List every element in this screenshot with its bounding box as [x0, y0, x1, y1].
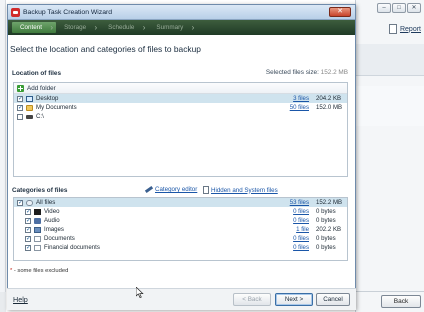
location-list: Add folder Desktop 3 files 204.2 KB My D…: [13, 82, 348, 177]
window-controls: – □ ✕: [377, 3, 421, 13]
background-header-band: [355, 44, 424, 76]
back-button[interactable]: < Back: [233, 293, 271, 306]
location-size: 204.2 KB: [316, 95, 342, 102]
list-item[interactable]: All files 53 files 152.2 MB: [14, 198, 347, 207]
checkbox[interactable]: [25, 226, 31, 233]
documents-icon: [34, 235, 41, 242]
desktop-icon: [26, 95, 33, 102]
list-item[interactable]: Images 1 file 202.2 KB: [14, 225, 347, 234]
background-back-button[interactable]: Back: [381, 295, 421, 308]
checkbox[interactable]: [17, 104, 23, 111]
report-label: Report: [399, 25, 421, 33]
list-item[interactable]: Desktop 3 files 204.2 KB: [14, 94, 347, 103]
add-folder-label: Add folder: [27, 84, 56, 92]
checkbox[interactable]: [17, 95, 23, 102]
app-icon: [11, 7, 20, 17]
list-item[interactable]: Audio 0 files 0 bytes: [14, 216, 347, 225]
files-count-link[interactable]: 0 files: [269, 235, 309, 242]
category-size: 0 bytes: [316, 208, 336, 215]
hidden-system-label: Hidden and System files: [211, 186, 278, 194]
category-editor-label: Category editor: [155, 186, 198, 193]
step-storage[interactable]: Storage ›: [56, 22, 100, 33]
list-item[interactable]: C:\: [14, 112, 347, 121]
report-icon: [388, 24, 397, 34]
location-name: C:\: [36, 113, 44, 120]
folder-icon: [26, 104, 33, 111]
plus-icon: [17, 84, 24, 92]
wizard-footer: Help < Back Next > Cancel: [7, 288, 356, 310]
step-label: Storage: [64, 24, 87, 31]
step-schedule[interactable]: Schedule ›: [100, 22, 148, 33]
selected-size-label: Selected files size:: [265, 69, 319, 76]
excluded-footnote: * - some files excluded: [10, 268, 68, 274]
step-label: Summary: [156, 24, 184, 31]
images-icon: [34, 226, 41, 233]
minimize-icon[interactable]: –: [377, 3, 391, 13]
checkbox[interactable]: [25, 235, 31, 242]
categories-section-title: Categories of files: [12, 187, 68, 194]
financial-icon: [34, 244, 41, 251]
list-item[interactable]: Documents 0 files 0 bytes: [14, 234, 347, 243]
checkbox[interactable]: [25, 244, 31, 251]
background-left-strip: [0, 0, 6, 312]
video-icon: [34, 208, 41, 215]
category-editor-link[interactable]: Category editor: [144, 185, 198, 194]
step-label: Content: [20, 24, 43, 31]
categories-list: All files 53 files 152.2 MB Video 0 file…: [13, 197, 348, 261]
cancel-button[interactable]: Cancel: [316, 293, 350, 306]
files-count-link[interactable]: 1 file: [269, 226, 309, 233]
chevron-right-icon: ›: [191, 23, 195, 32]
checkbox[interactable]: [25, 217, 31, 224]
category-size: 152.2 MB: [316, 199, 343, 206]
files-count-link[interactable]: 0 files: [269, 208, 309, 215]
list-item[interactable]: Video 0 files 0 bytes: [14, 207, 347, 216]
wizard-steps: Content › Storage › Schedule › Summary ›: [8, 20, 355, 35]
window-title: Backup Task Creation Wizard: [23, 8, 113, 16]
category-size: 0 bytes: [316, 235, 336, 242]
audio-icon: [34, 217, 41, 224]
step-label: Schedule: [108, 24, 135, 31]
drive-icon: [26, 114, 33, 119]
next-button[interactable]: Next >: [275, 293, 313, 306]
close-button[interactable]: ✕: [329, 7, 351, 17]
close-icon[interactable]: ✕: [407, 3, 421, 13]
step-summary[interactable]: Summary ›: [148, 22, 197, 33]
chevron-right-icon: ›: [50, 23, 54, 32]
category-size: 0 bytes: [316, 244, 336, 251]
category-size: 202.2 KB: [316, 226, 342, 233]
files-count-link[interactable]: 50 files: [269, 104, 309, 111]
help-link[interactable]: Help: [13, 295, 28, 304]
checkbox[interactable]: [17, 113, 23, 120]
files-count-link[interactable]: 53 files: [269, 199, 309, 206]
location-section-title: Location of files: [12, 70, 61, 77]
list-item[interactable]: Financial documents 0 files 0 bytes: [14, 243, 347, 252]
background-help-strip: [0, 292, 6, 312]
all-files-icon: [26, 199, 33, 206]
report-button[interactable]: Report: [388, 24, 421, 34]
add-folder-button[interactable]: Add folder: [14, 83, 347, 94]
page-heading: Select the location and categories of fi…: [10, 44, 201, 54]
files-count-link[interactable]: 3 files: [269, 95, 309, 102]
category-size: 0 bytes: [316, 217, 336, 224]
maximize-icon[interactable]: □: [392, 3, 406, 13]
background-content-band: [355, 86, 424, 126]
page-icon: [203, 186, 209, 194]
checkbox[interactable]: [25, 208, 31, 215]
files-count-link[interactable]: 0 files: [269, 244, 309, 251]
checkbox[interactable]: [17, 199, 23, 206]
selected-size: Selected files size: 152.2 MB: [266, 69, 348, 76]
footnote-text: - some files excluded: [12, 268, 69, 274]
location-size: 152.0 MB: [316, 104, 343, 111]
selected-size-value: 152.2 MB: [320, 69, 348, 76]
title-bar[interactable]: Backup Task Creation Wizard ✕: [8, 5, 355, 20]
list-item[interactable]: My Documents 50 files 152.0 MB: [14, 103, 347, 112]
chevron-right-icon: ›: [94, 23, 98, 32]
pencil-icon: [144, 185, 154, 194]
hidden-system-files-link[interactable]: Hidden and System files: [203, 186, 278, 194]
files-count-link[interactable]: 0 files: [269, 217, 309, 224]
chevron-right-icon: ›: [142, 23, 146, 32]
step-content[interactable]: Content ›: [12, 22, 57, 33]
background-divider: [355, 291, 424, 292]
